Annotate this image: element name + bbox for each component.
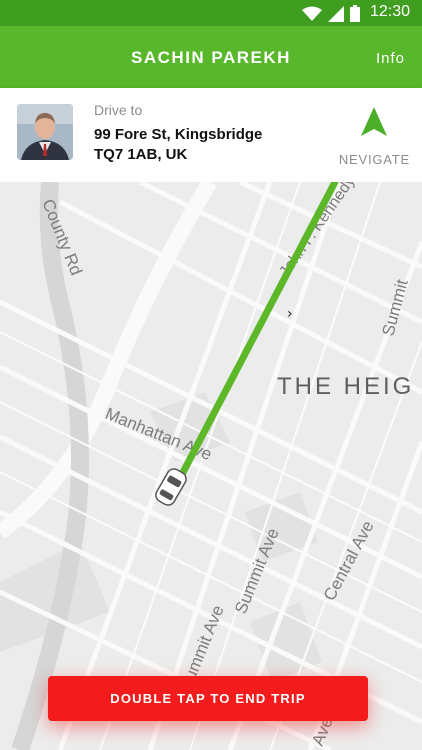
map-view[interactable]: County Rd John F. Kennedy Summit THE HEI… (0, 182, 422, 750)
avatar (17, 104, 73, 160)
navigate-button[interactable]: NEVIGATE (339, 152, 410, 167)
destination-address: 99 Fore St, Kingsbridge TQ7 1AB, UK (94, 125, 314, 165)
status-icons (302, 5, 360, 22)
navigation-arrow-icon[interactable] (359, 106, 389, 138)
end-trip-button[interactable]: DOUBLE TAP TO END TRIP (48, 676, 368, 721)
label-the-heights: THE HEIG (277, 373, 414, 400)
address-line-1: 99 Fore St, Kingsbridge (94, 126, 263, 143)
status-bar: 12:30 (0, 0, 422, 26)
avatar-image (17, 104, 73, 160)
status-time: 12:30 (369, 3, 410, 20)
page-title: SACHIN PAREKH (131, 48, 291, 67)
trip-card: Drive to 99 Fore St, Kingsbridge TQ7 1AB… (0, 88, 422, 182)
address-line-2: TQ7 1AB, UK (94, 146, 188, 163)
app-bar: SACHIN PAREKH Info (0, 26, 422, 88)
drive-to-label: Drive to (94, 102, 143, 118)
chevron-right-icon: › (287, 306, 293, 322)
wifi-icon (302, 6, 322, 21)
battery-icon (350, 5, 360, 22)
info-button[interactable]: Info (376, 50, 405, 67)
signal-icon (328, 5, 344, 22)
